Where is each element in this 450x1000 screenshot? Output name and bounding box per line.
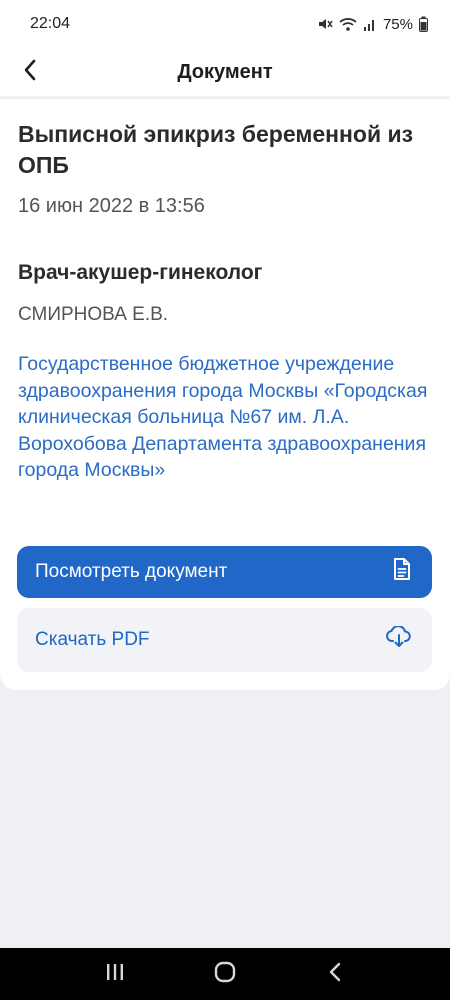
- status-time: 22:04: [30, 15, 71, 32]
- chevron-left-icon: [23, 59, 37, 86]
- battery-icon: [419, 16, 428, 32]
- navigation-bar: [0, 948, 450, 1000]
- doctor-role: Врач-акушер-гинеколог: [18, 261, 263, 284]
- download-pdf-button[interactable]: Скачать PDF: [17, 608, 432, 672]
- status-bar: 22:04 75%: [0, 0, 450, 48]
- document-title: Выписной эпикриз беременной из ОПБ: [18, 121, 414, 178]
- status-icons: 75%: [317, 16, 428, 33]
- doctor-name: СМИРНОВА Е.В.: [18, 304, 169, 325]
- view-document-button[interactable]: Посмотреть документ: [17, 546, 432, 598]
- organization-link[interactable]: Государственное бюджетное учреждение здр…: [18, 351, 433, 484]
- screen: 22:04 75% Документ Выписной эпикриз бере…: [0, 0, 450, 1000]
- document-date: 16 июн 2022 в 13:56: [18, 195, 205, 217]
- page-title: Документ: [177, 60, 273, 83]
- home-button[interactable]: [205, 954, 245, 994]
- document-card: Выписной эпикриз беременной из ОПБ 16 ию…: [0, 98, 450, 690]
- cloud-download-icon: [386, 625, 412, 654]
- back-icon: [328, 962, 342, 987]
- home-icon: [214, 961, 236, 988]
- signal-icon: [363, 16, 377, 32]
- mute-icon: [317, 16, 333, 32]
- system-back-button[interactable]: [315, 954, 355, 994]
- recent-apps-icon: [105, 963, 125, 986]
- battery-percent: 75%: [382, 15, 413, 33]
- view-document-label: Посмотреть документ: [35, 561, 228, 582]
- recent-apps-button[interactable]: [95, 954, 135, 994]
- download-pdf-label: Скачать PDF: [35, 629, 150, 650]
- app-bar: Документ: [0, 48, 450, 96]
- back-button[interactable]: [8, 50, 52, 94]
- document-icon: [392, 557, 412, 587]
- wifi-icon: [339, 16, 357, 32]
